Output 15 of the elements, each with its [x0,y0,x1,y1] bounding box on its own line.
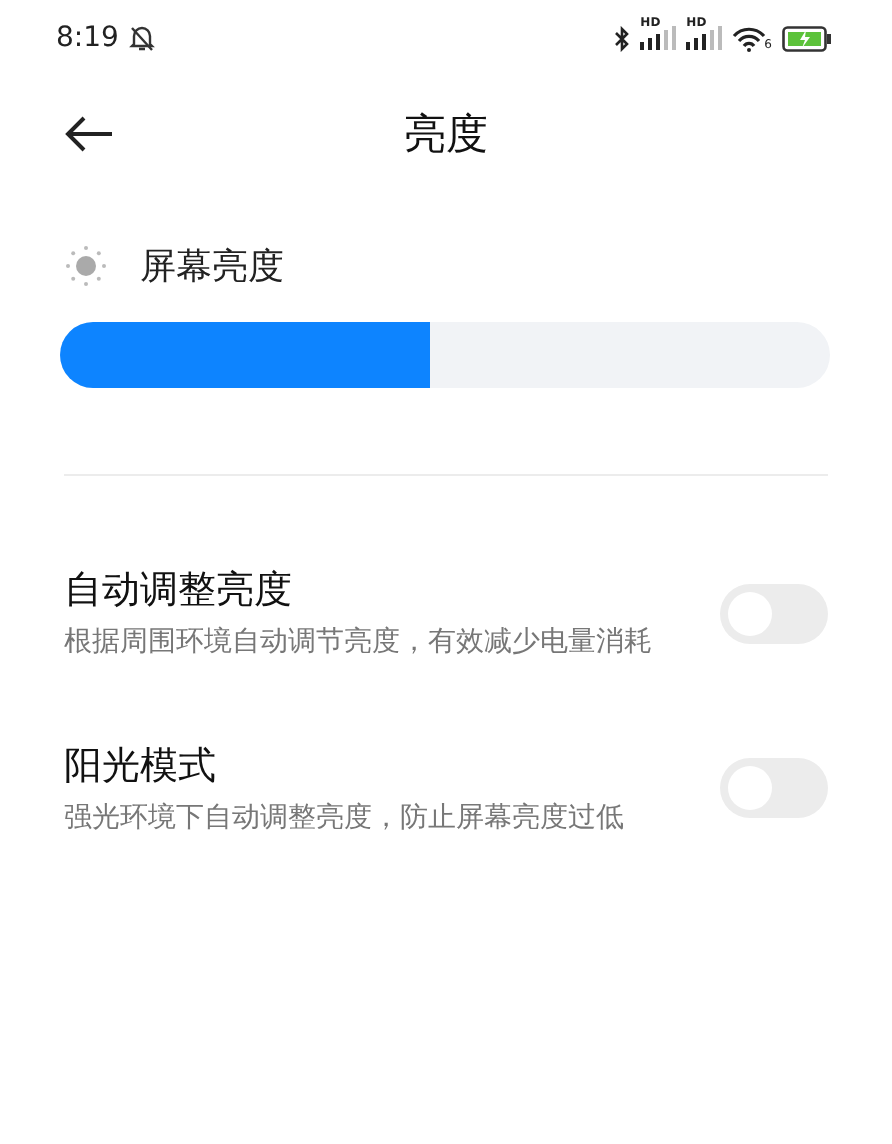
status-time: 8:19 [56,22,119,54]
battery-charging-icon [782,25,832,51]
setting-description: 强光环境下自动调整亮度，防止屏幕亮度过低 [64,799,626,838]
signal-icon [686,26,723,50]
setting-description: 根据周围环境自动调节亮度，有效减少电量消耗 [64,624,654,662]
setting-title: 自动调整亮度 [64,566,294,616]
setting-title: 阳光模式 [64,741,218,792]
sun-icon [64,244,108,288]
brightness-label: 屏幕亮度 [140,244,284,290]
signal-icon [640,26,677,50]
bluetooth-icon [614,25,631,51]
page-title: 亮度 [404,108,488,162]
brightness-slider[interactable] [60,322,830,388]
bell-muted-icon [128,24,157,52]
wifi-icon [732,25,767,51]
